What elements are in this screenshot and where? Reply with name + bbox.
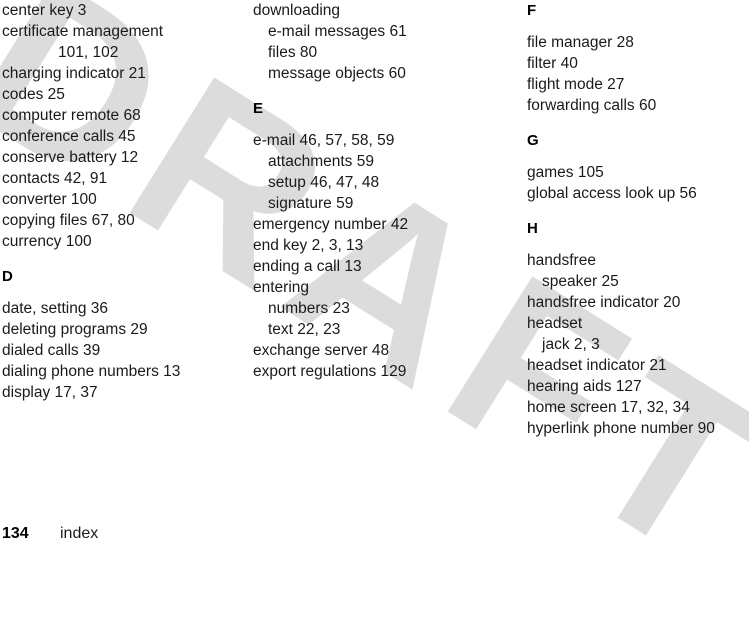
index-entry: global access look up 56 xyxy=(527,185,697,202)
index-entry: dialed calls 39 xyxy=(2,342,101,359)
index-column-2: downloading e-mail messages 61 files 80 mes… xyxy=(253,0,493,382)
index-page: center key 3 certificate management 101, 1… xyxy=(0,0,749,546)
index-entry: hyperlink phone number 90 xyxy=(527,420,715,437)
index-entry: attachments 59 xyxy=(268,153,374,170)
index-entry: speaker 25 xyxy=(542,273,619,290)
index-entry: charging indicator 21 xyxy=(2,65,146,82)
index-entry: codes 25 xyxy=(2,86,65,103)
index-entry: 101, 102 xyxy=(58,44,119,61)
index-entry: handsfree xyxy=(527,252,596,269)
index-entry: entering xyxy=(253,279,310,296)
index-entry: date, setting 36 xyxy=(2,300,108,317)
index-entry: computer remote 68 xyxy=(2,107,141,124)
index-entry: ending a call 13 xyxy=(253,258,362,275)
index-entry: certificate management xyxy=(2,23,164,40)
page-footer: 134 index xyxy=(2,524,98,544)
section-heading-d: D xyxy=(2,268,13,285)
index-entry: handsfree indicator 20 xyxy=(527,294,681,311)
index-entry: emergency number 42 xyxy=(253,216,409,233)
index-entry: exchange server 48 xyxy=(253,342,390,359)
index-entry: display 17, 37 xyxy=(2,384,98,401)
index-entry: hearing aids 127 xyxy=(527,378,642,395)
index-entry: file manager 28 xyxy=(527,34,634,51)
index-entry: message objects 60 xyxy=(268,65,406,82)
index-entry: headset xyxy=(527,315,583,332)
section-heading-g: G xyxy=(527,132,539,149)
index-entry: converter 100 xyxy=(2,191,97,208)
index-entry: e-mail messages 61 xyxy=(268,23,407,40)
index-entry: headset indicator 21 xyxy=(527,357,667,374)
index-entry: home screen 17, 32, 34 xyxy=(527,399,690,416)
index-entry: signature 59 xyxy=(268,195,354,212)
index-entry: forwarding calls 60 xyxy=(527,97,657,114)
index-entry: flight mode 27 xyxy=(527,76,625,93)
index-entry: currency 100 xyxy=(2,233,92,250)
index-entry: center key 3 xyxy=(2,2,87,19)
index-entry: contacts 42, 91 xyxy=(2,170,108,187)
index-entry: filter 40 xyxy=(527,55,578,72)
index-entry: dialing phone numbers 13 xyxy=(2,363,181,380)
index-entry: files 80 xyxy=(268,44,318,61)
index-entry: downloading xyxy=(253,2,341,19)
index-column-3: Ffile manager 28 filter 40 flight mode 27 f… xyxy=(527,0,749,439)
index-entry: conserve battery 12 xyxy=(2,149,139,166)
index-entry: text 22, 23 xyxy=(268,321,341,338)
section-heading-h: H xyxy=(527,220,538,237)
footer-section-name: index xyxy=(60,525,99,542)
index-entry: setup 46, 47, 48 xyxy=(268,174,380,191)
section-heading-e: E xyxy=(253,100,264,117)
index-entry: e-mail 46, 57, 58, 59 xyxy=(253,132,395,149)
index-entry: conference calls 45 xyxy=(2,128,136,145)
page-number: 134 xyxy=(2,525,29,542)
index-column-1: center key 3 certificate management 101, 1… xyxy=(2,0,242,403)
index-entry: end key 2, 3, 13 xyxy=(253,237,364,254)
index-entry: export regulations 129 xyxy=(253,363,407,380)
index-entry: copying files 67, 80 xyxy=(2,212,135,229)
index-entry: games 105 xyxy=(527,164,604,181)
index-entry: jack 2, 3 xyxy=(542,336,600,353)
section-heading-f: F xyxy=(527,2,537,19)
index-entry: deleting programs 29 xyxy=(2,321,148,338)
index-entry: numbers 23 xyxy=(268,300,350,317)
